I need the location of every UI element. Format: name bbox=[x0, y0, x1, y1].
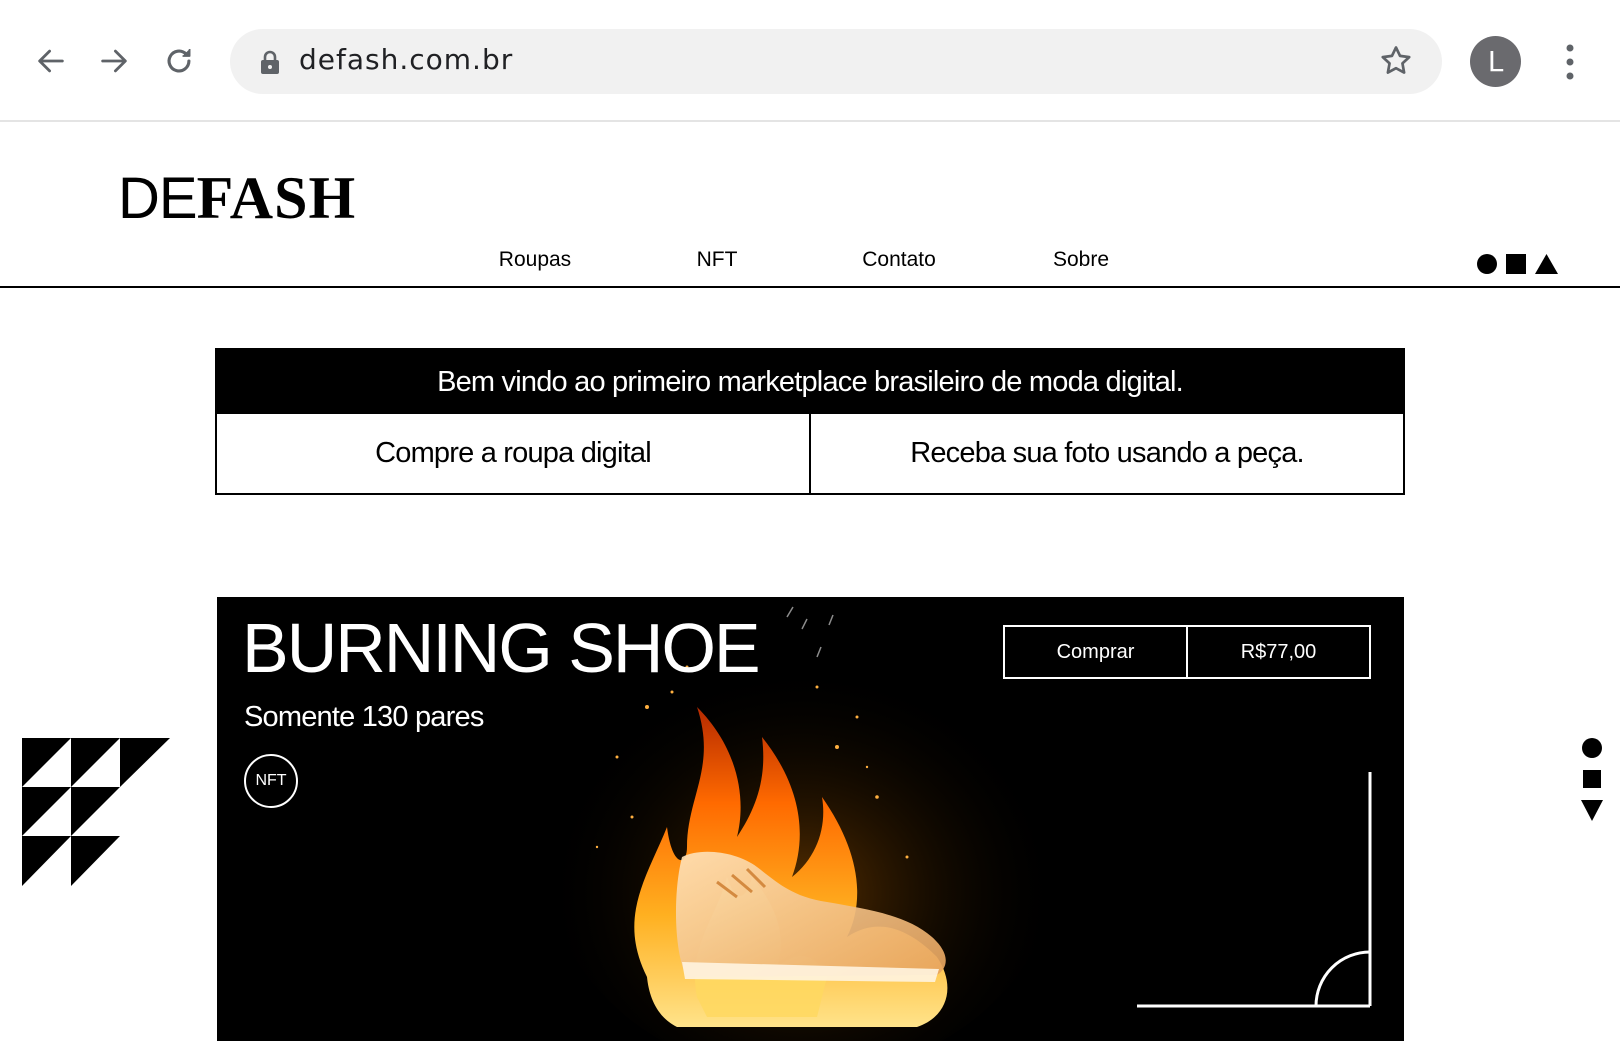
back-button[interactable] bbox=[27, 37, 75, 85]
forward-button[interactable] bbox=[90, 37, 138, 85]
nav-shapes bbox=[1477, 252, 1558, 276]
nav-link-contato[interactable]: Contato bbox=[862, 248, 936, 272]
browser-toolbar: defash.com.br L bbox=[0, 0, 1620, 122]
site-logo[interactable]: DE FASH bbox=[118, 168, 356, 228]
profile-avatar[interactable]: L bbox=[1470, 36, 1521, 87]
forward-arrow-icon bbox=[101, 49, 127, 73]
buy-button[interactable]: Comprar bbox=[1005, 627, 1186, 677]
nft-badge: NFT bbox=[244, 754, 298, 808]
product-subtitle: Somente 130 pares bbox=[244, 701, 484, 733]
circle-icon bbox=[1582, 738, 1602, 758]
address-bar[interactable]: defash.com.br bbox=[230, 29, 1442, 94]
product-hero: BURNING SHOE Somente 130 pares NFT Compr… bbox=[217, 597, 1404, 1041]
logo-de: DE bbox=[118, 166, 198, 231]
url-text[interactable]: defash.com.br bbox=[299, 43, 513, 76]
side-shapes bbox=[1581, 738, 1603, 821]
square-icon bbox=[1583, 770, 1601, 788]
lock-icon bbox=[261, 50, 279, 74]
logo-fash: FASH bbox=[196, 165, 357, 231]
triangle-pattern-logo bbox=[22, 738, 170, 886]
product-title: BURNING SHOE bbox=[242, 609, 761, 687]
nav-link-roupas[interactable]: Roupas bbox=[499, 248, 571, 272]
triangle-up-icon bbox=[1535, 254, 1558, 274]
back-arrow-icon bbox=[38, 49, 64, 73]
header-divider bbox=[0, 286, 1620, 288]
intro-box: Bem vindo ao primeiro marketplace brasil… bbox=[215, 348, 1405, 495]
page: defash.com.br L DE FASH Roupas NFT Conta… bbox=[0, 0, 1620, 1041]
intro-steps: Compre a roupa digital Receba sua foto u… bbox=[217, 414, 1403, 493]
more-vert-icon[interactable] bbox=[1556, 38, 1584, 86]
main-nav: Roupas NFT Contato Sobre bbox=[0, 244, 1620, 280]
buy-box: Comprar R$77,00 bbox=[1003, 625, 1371, 679]
star-icon[interactable] bbox=[1378, 43, 1414, 79]
nav-link-nft[interactable]: NFT bbox=[697, 248, 738, 272]
price-label: R$77,00 bbox=[1186, 627, 1369, 677]
nav-link-sobre[interactable]: Sobre bbox=[1053, 248, 1109, 272]
circle-icon bbox=[1477, 254, 1497, 274]
triangle-down-icon bbox=[1581, 800, 1603, 821]
reload-icon bbox=[167, 48, 191, 73]
reload-button[interactable] bbox=[155, 37, 203, 85]
step-buy-digital[interactable]: Compre a roupa digital bbox=[217, 414, 809, 493]
intro-headline: Bem vindo ao primeiro marketplace brasil… bbox=[217, 350, 1403, 414]
step-receive-photo[interactable]: Receba sua foto usando a peça. bbox=[809, 414, 1403, 493]
square-icon bbox=[1506, 254, 1526, 274]
